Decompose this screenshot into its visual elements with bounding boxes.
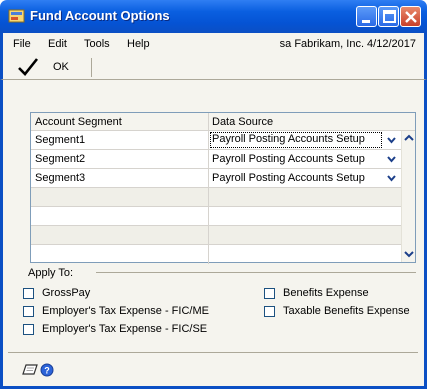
user-company-date: sa Fabrikam, Inc. 4/12/2017	[279, 38, 416, 50]
scroll-down-icon[interactable]	[403, 248, 415, 260]
menu-help[interactable]: Help	[127, 38, 150, 50]
segment-grid: Account Segment Data Source Segment1 Pay…	[30, 112, 416, 264]
column-header-data-source: Data Source	[212, 116, 274, 128]
chevron-down-icon[interactable]	[385, 134, 398, 147]
empty-row[interactable]	[31, 207, 401, 226]
maximize-button[interactable]	[378, 6, 399, 27]
fic-me-label[interactable]: Employer's Tax Expense - FIC/ME	[42, 305, 209, 317]
footer-separator	[8, 352, 418, 353]
fic-me-checkbox[interactable]	[23, 306, 34, 317]
grid-header: Account Segment Data Source	[31, 113, 415, 131]
menu-tools[interactable]: Tools	[84, 38, 110, 50]
table-row[interactable]: Segment3 Payroll Posting Accounts Setup	[31, 169, 401, 188]
grosspay-label[interactable]: GrossPay	[42, 287, 90, 299]
note-icon[interactable]	[22, 363, 38, 380]
toolbar-separator	[91, 58, 92, 77]
maximize-icon	[383, 10, 396, 23]
toolbar: OK	[0, 55, 427, 80]
svg-text:?: ?	[44, 366, 50, 376]
fic-se-label[interactable]: Employer's Tax Expense - FIC/SE	[42, 323, 207, 335]
scroll-up-icon[interactable]	[403, 132, 415, 144]
segment-cell[interactable]: Segment3	[35, 172, 85, 184]
checkmark-icon[interactable]	[17, 57, 39, 80]
minimize-button[interactable]	[356, 6, 377, 27]
empty-row[interactable]	[31, 226, 401, 245]
menu-file[interactable]: File	[13, 38, 31, 50]
group-divider	[96, 272, 416, 273]
ok-button[interactable]: OK	[53, 61, 69, 73]
table-row[interactable]: Segment1 Payroll Posting Accounts Setup	[31, 131, 401, 150]
chevron-down-icon[interactable]	[385, 172, 398, 185]
segment-cell[interactable]: Segment1	[35, 134, 85, 146]
grosspay-checkbox[interactable]	[23, 288, 34, 299]
data-source-select[interactable]: Payroll Posting Accounts Setup	[212, 172, 382, 184]
taxable-benefits-checkbox[interactable]	[264, 306, 275, 317]
benefits-expense-checkbox[interactable]	[264, 288, 275, 299]
benefits-expense-label[interactable]: Benefits Expense	[283, 287, 369, 299]
data-source-select[interactable]: Payroll Posting Accounts Setup	[212, 153, 382, 165]
minimize-icon	[362, 20, 370, 23]
fic-se-checkbox[interactable]	[23, 324, 34, 335]
empty-row[interactable]	[31, 188, 401, 207]
title-bar: Fund Account Options	[0, 0, 427, 33]
grid-scrollbar[interactable]	[401, 131, 415, 262]
segment-cell[interactable]: Segment2	[35, 153, 85, 165]
help-icon[interactable]: ?	[40, 363, 54, 380]
data-source-select[interactable]: Payroll Posting Accounts Setup	[210, 132, 382, 148]
apply-to-label: Apply To:	[28, 267, 74, 279]
taxable-benefits-label[interactable]: Taxable Benefits Expense	[283, 305, 410, 317]
column-header-account-segment: Account Segment	[35, 116, 122, 128]
app-icon	[8, 8, 26, 24]
close-icon	[405, 11, 417, 23]
table-row[interactable]: Segment2 Payroll Posting Accounts Setup	[31, 150, 401, 169]
menu-bar: File Edit Tools Help sa Fabrikam, Inc. 4…	[0, 33, 427, 55]
close-button[interactable]	[400, 6, 421, 27]
window-title: Fund Account Options	[30, 8, 170, 23]
menu-edit[interactable]: Edit	[48, 38, 67, 50]
chevron-down-icon[interactable]	[385, 153, 398, 166]
empty-row[interactable]	[31, 245, 401, 264]
